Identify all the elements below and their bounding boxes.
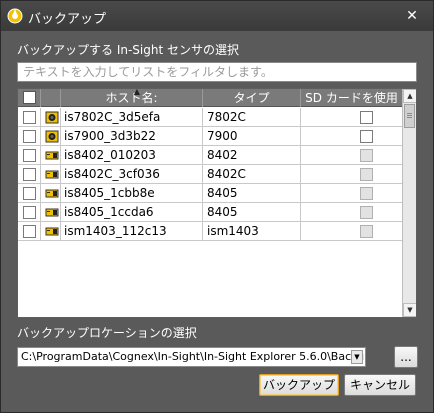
cancel-button[interactable]: キャンセル — [344, 374, 416, 396]
table-header: ホスト名: タイプ SD カードを使用 ▲ — [18, 89, 402, 107]
icon-column-header — [41, 89, 61, 107]
row-select-checkbox[interactable] — [23, 149, 36, 162]
backup-button[interactable]: バックアップ — [259, 374, 339, 396]
row-select-cell — [18, 184, 41, 203]
row-select-cell — [18, 165, 41, 184]
row-select-checkbox[interactable] — [23, 130, 36, 143]
camera-icon-dark — [45, 130, 59, 143]
sd-card-checkbox[interactable] — [360, 111, 373, 124]
type-cell: 7900 — [203, 127, 301, 146]
camera-icon-yellow — [45, 208, 59, 217]
row-icon-cell — [41, 165, 61, 184]
camera-icon-yellow — [45, 189, 59, 198]
host-name-cell: is8402C_3cf036 — [61, 165, 203, 184]
host-name-cell: is7802C_3d5efa — [61, 108, 203, 127]
row-select-checkbox[interactable] — [23, 206, 36, 219]
row-select-checkbox[interactable] — [23, 168, 36, 181]
host-name-cell: is8405_1ccda6 — [61, 203, 203, 222]
type-cell: 7802C — [203, 108, 301, 127]
close-button[interactable]: ✕ — [403, 7, 421, 25]
filter-input[interactable] — [17, 62, 417, 82]
app-logo-icon — [7, 8, 23, 24]
sd-card-cell — [301, 146, 402, 165]
table-row[interactable]: is8402_010203 8402 — [18, 146, 402, 165]
row-icon-cell — [41, 146, 61, 165]
sd-card-checkbox — [360, 206, 373, 219]
scroll-up-icon[interactable]: ▲ — [403, 89, 416, 103]
chevron-down-icon[interactable]: ▼ — [351, 350, 363, 364]
sd-card-checkbox[interactable] — [360, 130, 373, 143]
row-select-cell — [18, 222, 41, 241]
host-name-cell: is7900_3d3b22 — [61, 127, 203, 146]
select-all-checkbox[interactable] — [23, 91, 36, 104]
window-title: バックアップ — [28, 12, 107, 27]
browse-button[interactable]: ... — [394, 346, 418, 368]
type-cell: 8405 — [203, 203, 301, 222]
sd-card-cell — [301, 127, 402, 146]
table-row[interactable]: is7802C_3d5efa 7802C — [18, 108, 402, 127]
row-select-cell — [18, 146, 41, 165]
title-bar: バックアップ ✕ — [1, 1, 433, 31]
camera-icon-yellow — [45, 170, 59, 179]
row-select-checkbox[interactable] — [23, 111, 36, 124]
sd-column-header[interactable]: SD カードを使用 — [301, 89, 402, 107]
row-select-checkbox[interactable] — [23, 225, 36, 238]
table-row[interactable]: ism1403_112c13 ism1403 — [18, 222, 402, 241]
type-cell: 8402 — [203, 146, 301, 165]
scroll-thumb[interactable] — [404, 104, 415, 128]
camera-icon-dark — [45, 111, 59, 124]
sd-card-cell — [301, 203, 402, 222]
host-name-cell: is8402_010203 — [61, 146, 203, 165]
table-row[interactable]: is7900_3d3b22 7900 — [18, 127, 402, 146]
row-select-cell — [18, 108, 41, 127]
location-section-label: バックアップロケーションの選択 — [17, 326, 197, 340]
backup-dialog: バックアップ ✕ バックアップする In-Sight センサの選択 ホスト名: … — [0, 0, 434, 413]
camera-icon-yellow — [45, 151, 59, 160]
row-icon-cell — [41, 127, 61, 146]
sensor-table: ホスト名: タイプ SD カードを使用 ▲ is7802C_3d5efa 7802… — [17, 88, 417, 318]
sd-card-cell — [301, 184, 402, 203]
table-row[interactable]: is8402C_3cf036 8402C — [18, 165, 402, 184]
type-cell: 8405 — [203, 184, 301, 203]
sd-card-cell — [301, 165, 402, 184]
backup-path-select[interactable]: C:\ProgramData\Cognex\In-Sight\In-Sight … — [17, 347, 366, 367]
type-column-header[interactable]: タイプ — [203, 89, 301, 107]
row-icon-cell — [41, 184, 61, 203]
sd-card-cell — [301, 222, 402, 241]
host-name-cell: is8405_1cbb8e — [61, 184, 203, 203]
camera-icon-yellow — [45, 227, 59, 236]
type-cell: 8402C — [203, 165, 301, 184]
vertical-scrollbar[interactable]: ▲ ▼ — [402, 89, 416, 317]
row-icon-cell — [41, 108, 61, 127]
row-icon-cell — [41, 203, 61, 222]
sd-card-checkbox — [360, 187, 373, 200]
sensor-section-label: バックアップする In-Sight センサの選択 — [17, 43, 239, 57]
sort-ascending-icon: ▲ — [133, 88, 141, 96]
select-all-cell — [18, 89, 41, 107]
sd-card-checkbox — [360, 168, 373, 181]
row-icon-cell — [41, 222, 61, 241]
scroll-down-icon[interactable]: ▼ — [403, 303, 416, 317]
host-name-cell: ism1403_112c13 — [61, 222, 203, 241]
backup-path-value: C:\ProgramData\Cognex\In-Sight\In-Sight … — [21, 350, 366, 363]
table-row[interactable]: is8405_1cbb8e 8405 — [18, 184, 402, 203]
row-select-cell — [18, 127, 41, 146]
type-cell: ism1403 — [203, 222, 301, 241]
row-select-checkbox[interactable] — [23, 187, 36, 200]
sd-card-checkbox — [360, 149, 373, 162]
sd-card-checkbox — [360, 225, 373, 238]
row-select-cell — [18, 203, 41, 222]
sd-card-cell — [301, 108, 402, 127]
table-row[interactable]: is8405_1ccda6 8405 — [18, 203, 402, 222]
